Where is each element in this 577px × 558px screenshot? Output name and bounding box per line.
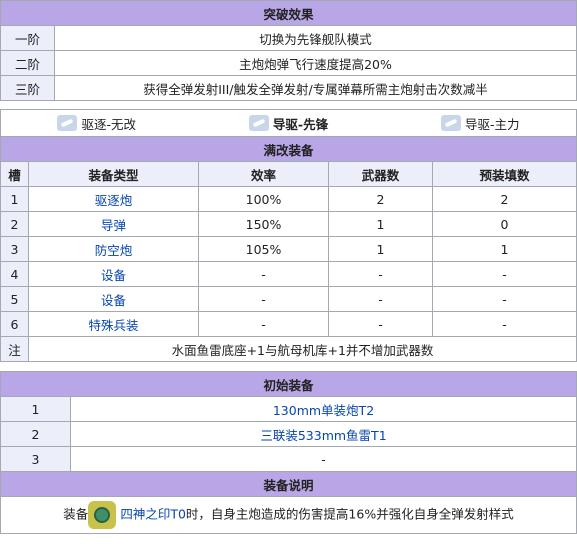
note-label: 注 bbox=[0, 336, 29, 362]
weapon-count: 1 bbox=[328, 236, 433, 262]
preload-count: 1 bbox=[432, 236, 577, 262]
column-header: 装备类型 bbox=[28, 161, 199, 187]
weapon-count: - bbox=[328, 286, 433, 312]
equipment-table: 驱逐-无改 导驱-先锋 导驱-主力 满改装备 槽 装备类型 效率 武器数 预装填… bbox=[0, 109, 577, 362]
ship-type-label: 导驱-先锋 bbox=[272, 116, 329, 132]
guided-destroyer-icon bbox=[248, 115, 269, 131]
max-equipment-title: 满改装备 bbox=[0, 136, 577, 162]
stage-label: 一阶 bbox=[0, 25, 55, 51]
slot-number: 4 bbox=[0, 261, 29, 287]
table-row: 3 防空炮 105% 1 1 bbox=[0, 236, 577, 262]
table-row: 2 导弹 150% 1 0 bbox=[0, 211, 577, 237]
ship-type-label: 驱逐-无改 bbox=[81, 116, 136, 132]
column-header: 武器数 bbox=[328, 161, 433, 187]
guided-destroyer-icon bbox=[441, 115, 462, 131]
table-row: 6 特殊兵装 - - - bbox=[0, 311, 577, 337]
slot-number: 1 bbox=[0, 396, 71, 422]
equipment-type-link[interactable]: 导弹 bbox=[28, 211, 199, 237]
weapon-count: - bbox=[328, 261, 433, 287]
stage-effect: 获得全弹发射III/触发全弹发射/专属弹幕所需主炮射击次数减半 bbox=[54, 75, 577, 101]
efficiency: 105% bbox=[198, 236, 329, 262]
slot-number: 6 bbox=[0, 311, 29, 337]
preload-count: - bbox=[432, 286, 577, 312]
slot-number: 1 bbox=[0, 186, 29, 212]
note-suffix: 时，自身主炮造成的伤害提高16%并强化自身全弹发射样式 bbox=[185, 506, 514, 522]
preload-count: - bbox=[432, 311, 577, 337]
weapon-count: 2 bbox=[328, 186, 433, 212]
note-prefix: 装备 bbox=[63, 506, 89, 522]
initial-equipment-table: 初始装备 1 130mm单装炮T2 2 三联装533mm鱼雷T1 3 - 装备说… bbox=[0, 371, 577, 534]
equipment-type-link[interactable]: 设备 bbox=[28, 286, 199, 312]
stage-label: 二阶 bbox=[0, 50, 55, 76]
efficiency: 100% bbox=[198, 186, 329, 212]
efficiency: 150% bbox=[198, 211, 329, 237]
column-header: 效率 bbox=[198, 161, 329, 187]
equipment-type-link[interactable]: 驱逐炮 bbox=[28, 186, 199, 212]
breakthrough-title: 突破效果 bbox=[0, 0, 577, 26]
preload-count: 2 bbox=[432, 186, 577, 212]
preload-count: 0 bbox=[432, 211, 577, 237]
slot-number: 3 bbox=[0, 236, 29, 262]
equipment-type-link[interactable]: 设备 bbox=[28, 261, 199, 287]
stage-label: 三阶 bbox=[0, 75, 55, 101]
table-row: 4 设备 - - - bbox=[0, 261, 577, 287]
initial-equipment-link[interactable]: 130mm单装炮T2 bbox=[70, 396, 577, 422]
ship-type-tab[interactable]: 导驱-主力 bbox=[441, 114, 520, 133]
ship-type-tab[interactable]: 驱逐-无改 bbox=[57, 114, 136, 133]
column-header: 预装填数 bbox=[432, 161, 577, 187]
ship-type-label: 导驱-主力 bbox=[465, 116, 520, 132]
table-row: 1 驱逐炮 100% 2 2 bbox=[0, 186, 577, 212]
equipment-type-link[interactable]: 特殊兵装 bbox=[28, 311, 199, 337]
weapon-count: 1 bbox=[328, 211, 433, 237]
column-header: 槽 bbox=[0, 161, 29, 187]
destroyer-icon bbox=[57, 115, 78, 131]
slot-number: 2 bbox=[0, 211, 29, 237]
initial-equipment-link[interactable]: 三联装533mm鱼雷T1 bbox=[70, 421, 577, 447]
ship-type-tab[interactable]: 导驱-先锋 bbox=[248, 114, 329, 133]
breakthrough-table: 突破效果 一阶 切换为先锋舰队模式 二阶 主炮炮弹飞行速度提高20% 三阶 获得… bbox=[0, 0, 577, 101]
initial-equipment-title: 初始装备 bbox=[0, 371, 577, 397]
efficiency: - bbox=[198, 261, 329, 287]
slot-number: 2 bbox=[0, 421, 71, 447]
table-row: 2 三联装533mm鱼雷T1 bbox=[0, 421, 577, 447]
table-row: 3 - bbox=[0, 446, 577, 472]
slot-number: 3 bbox=[0, 446, 71, 472]
efficiency: - bbox=[198, 311, 329, 337]
equipment-note-title: 装备说明 bbox=[0, 471, 577, 497]
weapon-count: - bbox=[328, 311, 433, 337]
equipment-item-link[interactable]: 四神之印T0 bbox=[120, 507, 186, 522]
table-row: 1 130mm单装炮T2 bbox=[0, 396, 577, 422]
stage-effect: 切换为先锋舰队模式 bbox=[54, 25, 577, 51]
initial-equipment-empty: - bbox=[70, 446, 577, 472]
preload-count: - bbox=[432, 261, 577, 287]
equipment-type-link[interactable]: 防空炮 bbox=[28, 236, 199, 262]
four-gods-seal-icon bbox=[88, 501, 117, 529]
stage-effect: 主炮炮弹飞行速度提高20% bbox=[54, 50, 577, 76]
equipment-note: 水面鱼雷底座+1与航母机库+1并不增加武器数 bbox=[28, 336, 577, 362]
efficiency: - bbox=[198, 286, 329, 312]
table-row: 5 设备 - - - bbox=[0, 286, 577, 312]
slot-number: 5 bbox=[0, 286, 29, 312]
